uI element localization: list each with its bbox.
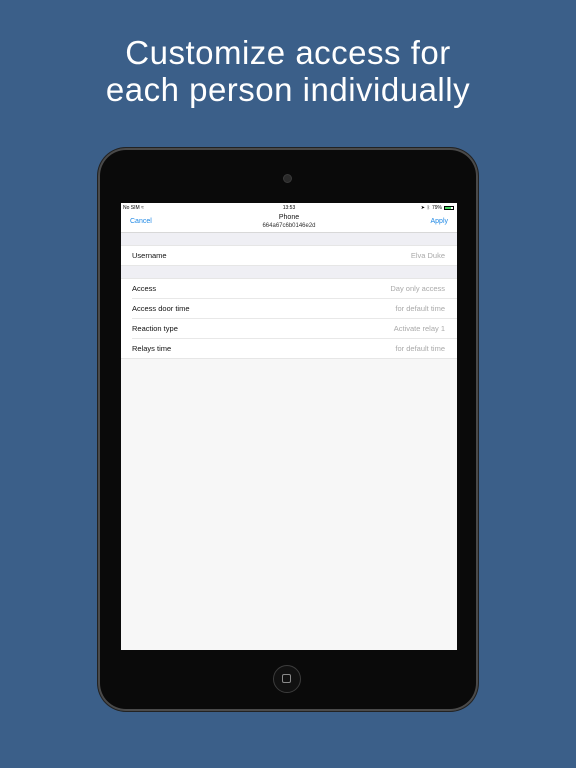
- status-bar: No SIM ≈ 13:53 ➤ ᛒ 79%: [121, 203, 457, 212]
- location-arrow-icon: ➤: [420, 205, 425, 211]
- access-door-time-label: Access door time: [132, 304, 190, 313]
- app-screen: No SIM ≈ 13:53 ➤ ᛒ 79% Cancel Phone 664a…: [121, 203, 457, 650]
- apply-button[interactable]: Apply: [430, 218, 448, 225]
- camera-icon: [283, 174, 292, 183]
- section-spacer: [121, 266, 457, 278]
- access-value: Day only access: [390, 284, 445, 293]
- status-right: ➤ ᛒ 79%: [421, 205, 454, 211]
- promo-headline-line-1: Customize access for: [125, 34, 451, 71]
- reaction-type-label: Reaction type: [132, 324, 178, 333]
- battery-fill: [445, 207, 452, 209]
- home-square-icon: [282, 674, 291, 683]
- reaction-type-value: Activate relay 1: [393, 324, 445, 333]
- relays-time-label: Relays time: [132, 344, 172, 353]
- access-row[interactable]: Access Day only access: [132, 279, 457, 299]
- username-row[interactable]: Username Elva Duke: [132, 246, 457, 265]
- access-door-time-row[interactable]: Access door time for default time: [132, 299, 457, 319]
- user-section: Username Elva Duke: [121, 245, 457, 266]
- nav-subtitle-device-id: 664a67c6b0146e2d: [262, 223, 316, 229]
- relays-time-row[interactable]: Relays time for default time: [132, 339, 457, 358]
- access-door-time-value: for default time: [395, 304, 445, 313]
- navigation-bar: Cancel Phone 664a67c6b0146e2d Apply: [121, 212, 457, 233]
- nav-title: Phone: [278, 214, 300, 221]
- home-button[interactable]: [273, 665, 301, 693]
- ipad-device-frame: No SIM ≈ 13:53 ➤ ᛒ 79% Cancel Phone 664a…: [98, 148, 478, 711]
- relays-time-value: for default time: [395, 344, 445, 353]
- section-spacer: [121, 233, 457, 245]
- battery-percent: 79%: [431, 205, 442, 211]
- promo-headline-line-2: each person individually: [105, 71, 471, 108]
- username-value: Elva Duke: [410, 251, 445, 260]
- reaction-type-row[interactable]: Reaction type Activate relay 1: [132, 319, 457, 339]
- access-label: Access: [132, 284, 157, 293]
- battery-icon: [444, 206, 454, 210]
- username-label: Username: [132, 251, 167, 260]
- bluetooth-icon: ᛒ: [426, 205, 430, 211]
- promo-headline: Customize access for each person individ…: [0, 34, 576, 108]
- status-time: 13:53: [282, 205, 296, 211]
- settings-section: Access Day only access Access door time …: [121, 278, 457, 359]
